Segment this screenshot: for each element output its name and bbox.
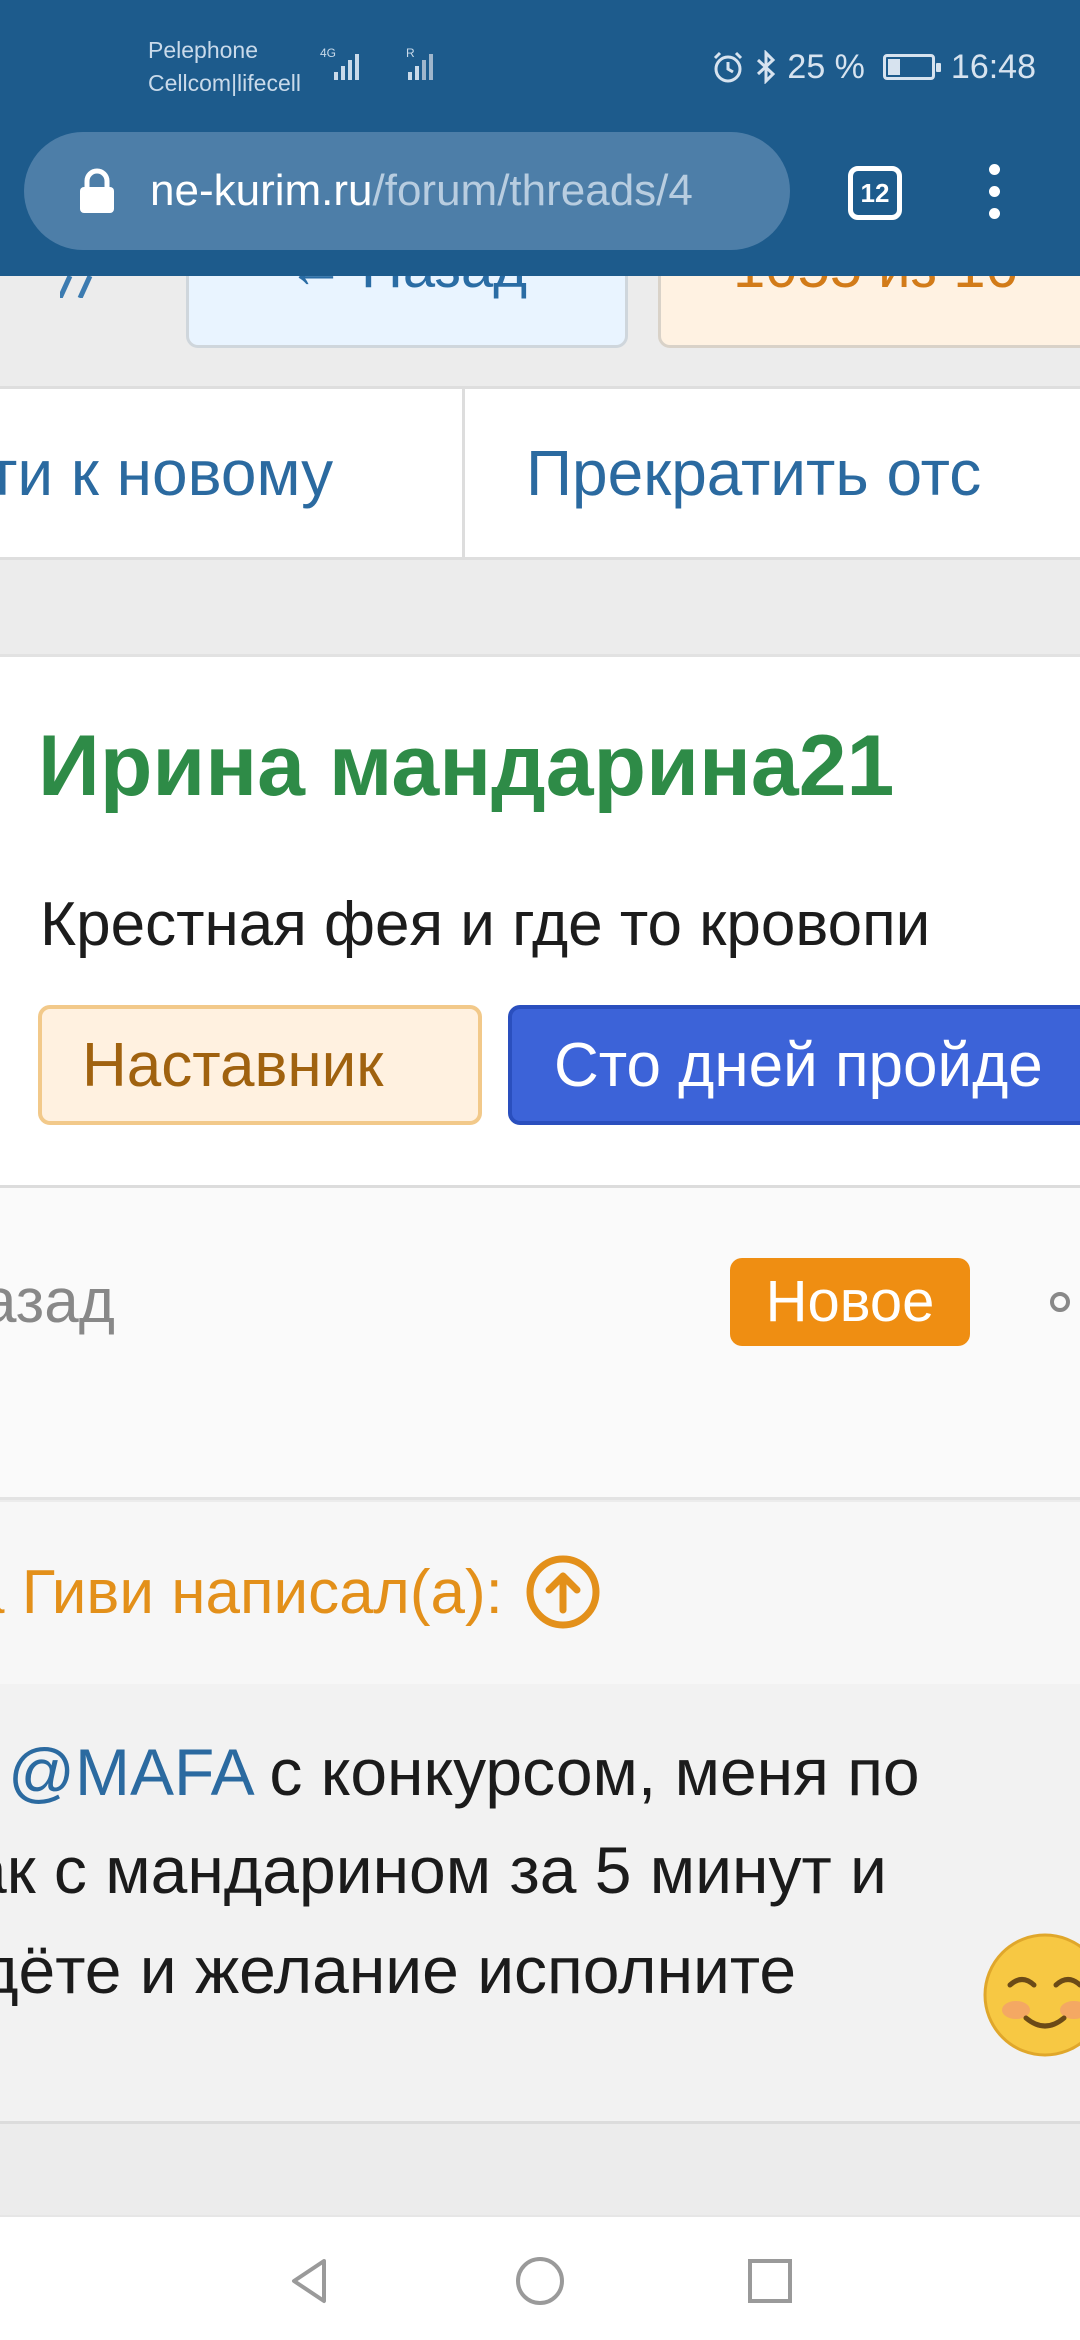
carrier-2: Cellcom|lifecell [148, 70, 301, 96]
arrow-up-circle-icon[interactable] [525, 1554, 601, 1630]
user-banner-mentor: Наставник [38, 1005, 482, 1125]
lock-icon [80, 168, 114, 213]
battery-level [887, 59, 900, 75]
home-nav-icon[interactable] [510, 2251, 570, 2311]
tab-count: 12 [860, 178, 890, 208]
more-vert-icon[interactable] [982, 164, 1006, 224]
go-to-new-button[interactable]: ти к новому [0, 389, 333, 557]
bluetooth-icon [757, 50, 776, 84]
content-spacer [0, 2127, 1080, 2215]
network-type-2: R [406, 46, 415, 60]
url-text[interactable]: ne-kurim.ru/forum/threads/4 [150, 132, 780, 250]
thread-actions: ти к новому Прекратить отс [0, 386, 1080, 560]
quote-header: а Гиви написал(а): [0, 1502, 1080, 1684]
quote-line-1-text: с конкурсом, меня по [251, 1735, 920, 1809]
quote-author[interactable]: а Гиви написал(а): [0, 1554, 601, 1630]
user-banner-100-days: Сто дней пройде [508, 1005, 1080, 1125]
quote-author-text: а Гиви написал(а): [0, 1557, 503, 1627]
mention-link[interactable]: @MAFA [8, 1735, 251, 1809]
post-meta: азад Новое [0, 1188, 1080, 1500]
url-path: /forum/threads/4 [372, 166, 693, 215]
battery-icon [882, 54, 941, 80]
carrier-info: Pelephone Cellcom|lifecell [148, 34, 301, 100]
browser-top-bar: Pelephone Cellcom|lifecell 4G R 25 % 16:… [0, 0, 1080, 276]
post-user-block: Ирина мандарина21 Крестная фея и где то … [0, 654, 1080, 1188]
signal-icon: 4G [320, 46, 359, 80]
username[interactable]: Ирина мандарина21 [38, 717, 894, 816]
quote-line-3: дёте и желание исполните [0, 1933, 797, 2007]
recents-nav-icon[interactable] [740, 2251, 800, 2311]
battery-percent: 25 % [787, 47, 865, 86]
system-nav-bar [0, 2215, 1080, 2340]
status-right: 25 % 16:48 [711, 44, 1036, 90]
user-title: Крестная фея и где то кровопи [40, 890, 931, 959]
quote-body: @MAFA с конкурсом, меня по ак с мандарин… [0, 1684, 1080, 2121]
double-arrow-left-icon[interactable] [60, 276, 124, 298]
quote-block: а Гиви написал(а): @MAFA с конкурсом, ме… [0, 1502, 1080, 2124]
quote-line-2: ак с мандарином за 5 минут и [0, 1833, 887, 1907]
post-date[interactable]: азад [0, 1266, 115, 1337]
divider [462, 389, 465, 557]
url-host: ne-kurim.ru [150, 166, 373, 215]
carrier-1: Pelephone [148, 37, 258, 63]
clock: 16:48 [950, 47, 1036, 86]
page: ← Назад 1055 из 16 Pelephone Cellcom|lif… [0, 0, 1080, 2340]
signal-icon-2: R [406, 46, 433, 80]
blushing-smile-emoji-icon [983, 1933, 1080, 2057]
share-icon[interactable] [1050, 1282, 1080, 1322]
url-bar[interactable]: ne-kurim.ru/forum/threads/4 [24, 132, 790, 250]
network-type-1: 4G [320, 46, 336, 60]
alarm-icon [714, 51, 743, 83]
tabs-icon[interactable]: 12 [848, 166, 902, 220]
stop-watching-button[interactable]: Прекратить отс [526, 389, 981, 557]
quote-line-1: @MAFA с конкурсом, меня по [8, 1734, 920, 1810]
new-badge: Новое [730, 1258, 970, 1346]
back-nav-icon[interactable] [280, 2251, 340, 2311]
